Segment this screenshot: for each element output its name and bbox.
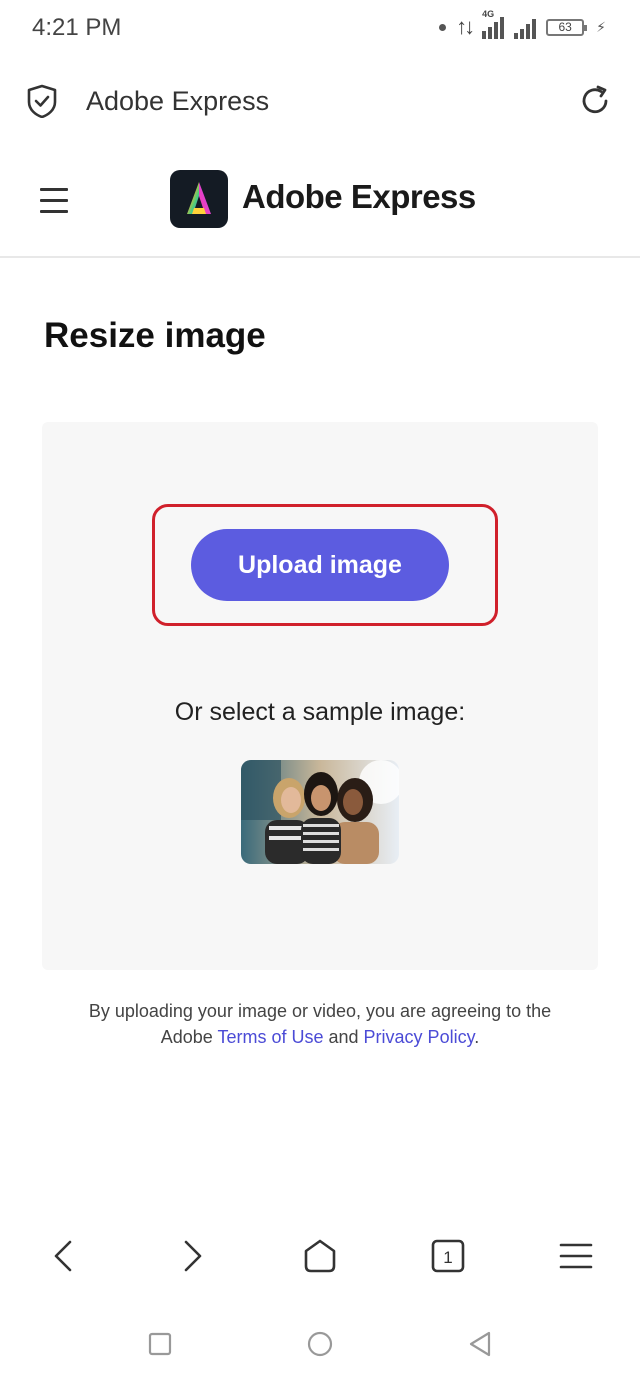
sample-image-label: Or select a sample image: <box>174 698 466 726</box>
site-header: Adobe Express <box>0 150 640 258</box>
reload-icon[interactable] <box>578 84 612 118</box>
network-type-label: 4G <box>482 9 495 19</box>
battery-level: 63 <box>558 20 572 34</box>
screen: 4:21 PM ↑↓ 4G 63 ⚡ Adobe Express Adobe E… <box>0 0 640 1386</box>
system-home-icon[interactable] <box>306 1330 334 1358</box>
legal-line-1: By uploading your image or video, you ar… <box>88 1001 552 1021</box>
legal-notice: By uploading your image or video, you ar… <box>0 998 640 1050</box>
browser-address-bar[interactable]: Adobe Express <box>0 70 640 132</box>
brand-name[interactable]: Adobe Express <box>242 178 476 216</box>
status-time: 4:21 PM <box>32 14 122 41</box>
tab-count: 1 <box>443 1248 452 1267</box>
system-back-icon[interactable] <box>466 1330 494 1358</box>
system-nav-bar <box>0 1316 640 1372</box>
upload-image-button[interactable]: Upload image <box>191 529 449 601</box>
legal-prefix: Adobe <box>160 1027 218 1047</box>
status-bar: 4:21 PM ↑↓ 4G 63 ⚡ <box>0 0 640 58</box>
page-title: Resize image <box>44 316 266 355</box>
home-icon[interactable] <box>300 1236 340 1276</box>
recent-apps-icon[interactable] <box>146 1330 174 1358</box>
sample-image-thumbnail[interactable] <box>241 760 399 864</box>
data-transfer-icon: ↑↓ <box>456 14 475 39</box>
status-icons: ↑↓ 4G 63 ⚡ <box>439 9 606 40</box>
charging-icon: ⚡ <box>596 18 606 35</box>
tabs-icon[interactable]: 1 <box>428 1236 468 1276</box>
signal-4g-icon: 4G <box>482 9 505 39</box>
security-shield-icon[interactable] <box>26 84 58 119</box>
terms-of-use-link[interactable]: Terms of Use <box>217 1027 323 1047</box>
hamburger-menu-icon[interactable] <box>40 188 68 214</box>
signal-strength-icon <box>514 15 537 39</box>
legal-suffix: . <box>474 1027 480 1047</box>
adobe-express-logo-icon[interactable] <box>170 170 228 228</box>
browser-bottom-nav: 1 <box>0 1222 640 1294</box>
privacy-policy-link[interactable]: Privacy Policy <box>364 1027 475 1047</box>
browser-menu-icon[interactable] <box>556 1236 596 1276</box>
back-icon[interactable] <box>44 1236 84 1276</box>
legal-line-2: Adobe Terms of Use and Privacy Policy. <box>0 1024 640 1050</box>
battery-icon: 63 <box>546 18 588 36</box>
forward-icon[interactable] <box>172 1236 212 1276</box>
legal-and: and <box>323 1027 364 1047</box>
notification-dot-icon <box>439 23 447 31</box>
browser-page-title[interactable]: Adobe Express <box>86 86 269 117</box>
